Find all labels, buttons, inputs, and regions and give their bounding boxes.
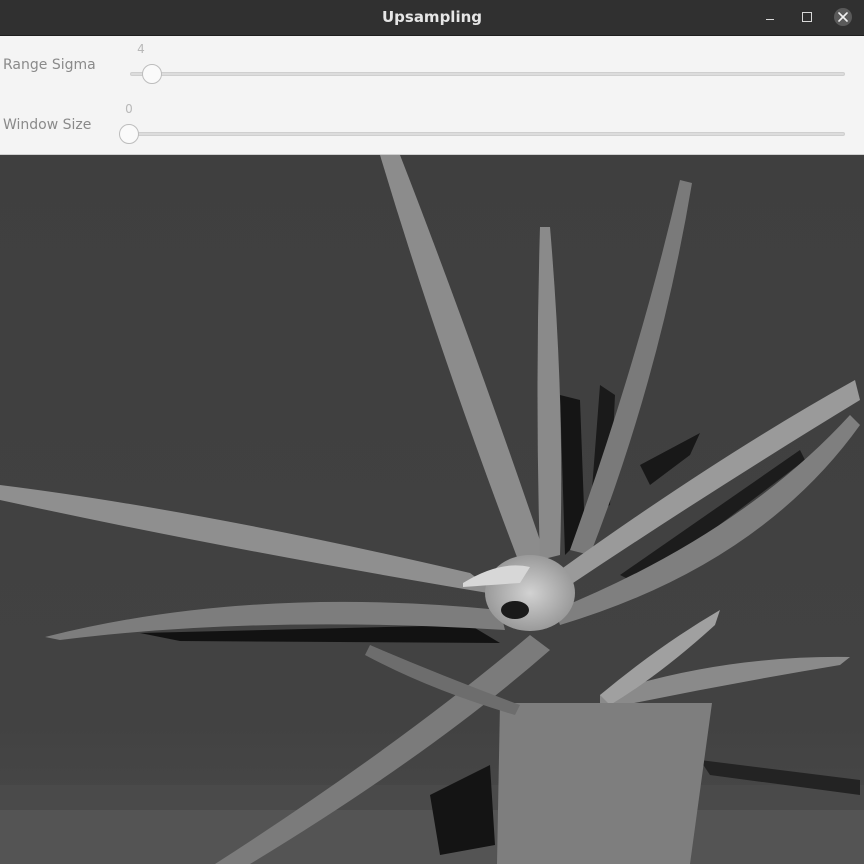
maximize-icon [802, 12, 812, 22]
minimize-button[interactable] [759, 6, 781, 28]
trackbar-value: 0 [125, 102, 133, 116]
slider-track[interactable] [130, 72, 845, 76]
app-window: Upsampling Range Sigma 4 Window Size 0 [0, 0, 864, 864]
trackbar-panel: Range Sigma 4 Window Size 0 [0, 36, 864, 155]
trackbar-window-size: Window Size 0 [0, 96, 864, 155]
close-icon [838, 12, 848, 22]
trackbar-label: Window Size [3, 117, 92, 133]
slider-thumb[interactable] [119, 124, 139, 144]
maximize-button[interactable] [796, 6, 818, 28]
slider-track[interactable] [119, 132, 845, 136]
title-bar[interactable]: Upsampling [0, 0, 864, 36]
depth-map-canvas [0, 155, 864, 864]
trackbar-range-sigma: Range Sigma 4 [0, 36, 864, 95]
close-button[interactable] [832, 6, 854, 28]
trackbar-label: Range Sigma [3, 57, 96, 73]
trackbar-value: 4 [137, 42, 145, 56]
window-title: Upsampling [381, 8, 483, 26]
slider-thumb[interactable] [142, 64, 162, 84]
minimize-icon [766, 19, 774, 20]
depth-map-image[interactable] [0, 155, 864, 864]
